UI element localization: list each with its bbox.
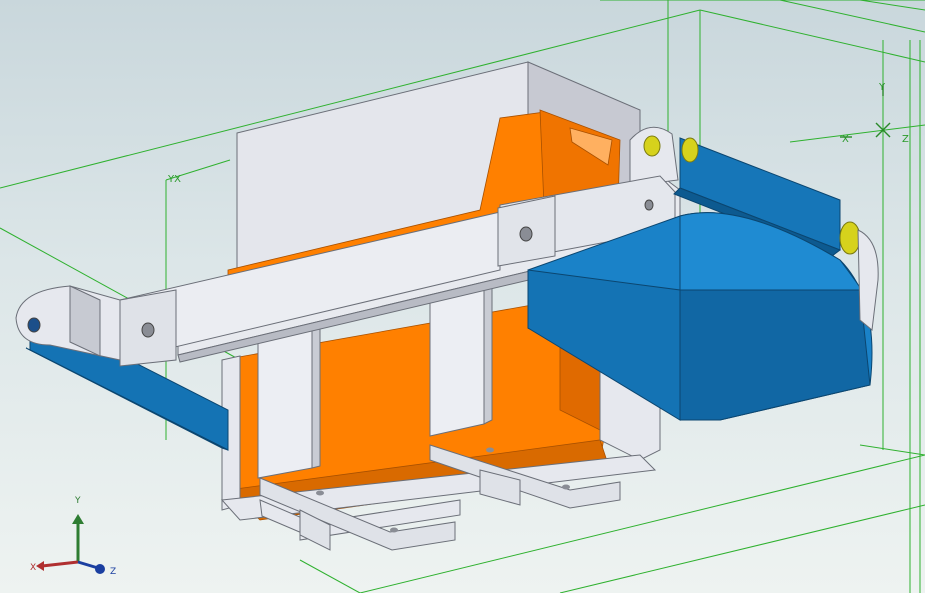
axis-triad-icon: Y X Z [30,496,116,577]
grid-label-left-plane: YX [167,174,181,185]
model-view[interactable]: YX X Y Z Y X Z [0,0,925,593]
cad-3d-viewport[interactable]: YX X Y Z Y X Z [0,0,925,593]
grid-label-z: Z [902,134,909,145]
right-clevis [857,229,879,331]
grid-label-y: Y [878,82,886,93]
axis-z-label: Z [110,567,116,577]
axis-y-label: Y [74,496,81,506]
axis-x-label: X [30,563,36,573]
grid-label-x: X [842,134,849,145]
